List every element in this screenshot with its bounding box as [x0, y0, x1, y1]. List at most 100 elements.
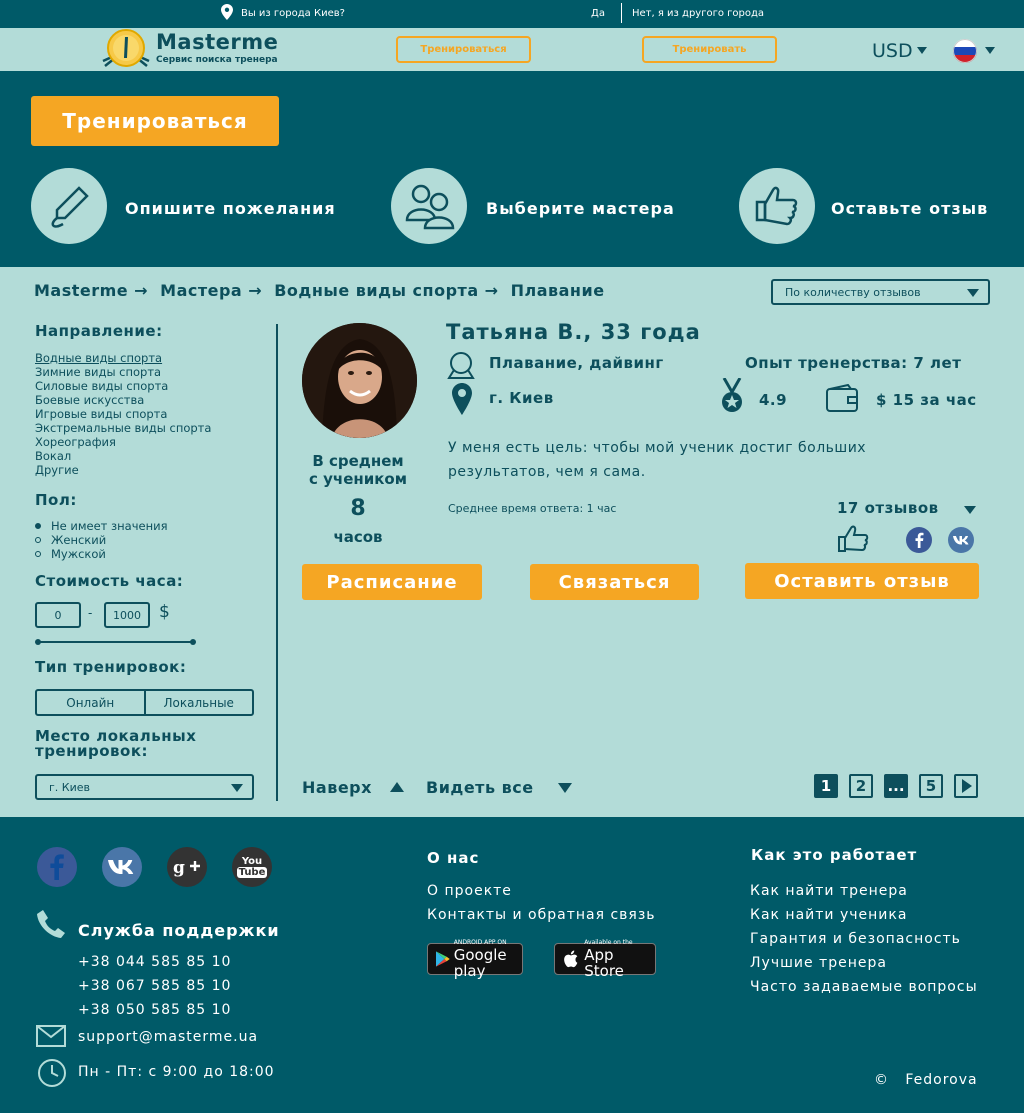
top-bar: Вы из города Киев? Да Нет, я из другого … — [0, 0, 1024, 28]
clock-icon — [38, 1059, 66, 1087]
avg-hours-value: 8 — [350, 496, 366, 521]
people-icon — [405, 184, 455, 230]
chevron-down-icon — [916, 47, 927, 54]
page-button[interactable]: 2 — [849, 774, 873, 798]
footer: g You Tube Служба поддержки +38 044 585 … — [0, 817, 1024, 1113]
chevron-down-icon[interactable] — [985, 47, 995, 54]
back-to-top-link[interactable]: Наверх — [302, 778, 372, 797]
location-pin-icon — [452, 383, 472, 415]
google-plus-icon[interactable]: g — [167, 847, 207, 887]
direction-item[interactable]: Боевые искусства — [35, 393, 211, 407]
train-button[interactable]: Тренироваться — [396, 36, 531, 63]
logo-title[interactable]: Masterme — [156, 30, 278, 54]
leave-review-button[interactable]: Оставить отзыв — [745, 563, 979, 599]
schedule-button[interactable]: Расписание — [302, 564, 482, 600]
footer-link[interactable]: Как найти ученика — [750, 903, 978, 927]
page-ellipsis[interactable]: ... — [884, 774, 908, 798]
direction-item[interactable]: Силовые виды спорта — [35, 379, 211, 393]
phone-number[interactable]: +38 067 585 85 10 — [78, 974, 231, 998]
sort-select[interactable]: По количеству отзывов — [771, 279, 990, 305]
place-title: Место локальных тренировок: — [35, 729, 196, 759]
direction-item[interactable]: Хореография — [35, 435, 211, 449]
app-store-badge[interactable]: Available on the App Store — [554, 939, 656, 979]
trainer-price: $ 15 за час — [876, 391, 977, 409]
youtube-icon[interactable]: You Tube — [232, 847, 272, 887]
coach-button[interactable]: Тренировать — [642, 36, 777, 63]
radio-icon[interactable] — [35, 537, 41, 543]
direction-item[interactable]: Другие — [35, 463, 211, 477]
city-value: г. Киев — [49, 781, 90, 794]
footer-link[interactable]: Лучшие тренера — [750, 951, 978, 975]
gender-option[interactable]: Женский — [35, 533, 168, 547]
footer-link[interactable]: Контакты и обратная связь — [427, 903, 656, 927]
gender-label: Женский — [51, 533, 107, 547]
footer-link[interactable]: Как найти тренера — [750, 879, 978, 903]
place-title-line: тренировок: — [35, 742, 148, 760]
footer-link[interactable]: О проекте — [427, 879, 656, 903]
vk-icon[interactable] — [102, 847, 142, 887]
see-all-link[interactable]: Видеть все — [426, 778, 534, 797]
phone-number[interactable]: +38 050 585 85 10 — [78, 998, 231, 1022]
radio-icon[interactable] — [35, 551, 41, 557]
price-max-input[interactable]: 1000 — [104, 602, 150, 628]
chevron-down-icon — [967, 289, 979, 297]
direction-item[interactable]: Зимние виды спорта — [35, 365, 211, 379]
step-choose-circle — [391, 168, 467, 244]
price-dash: - — [88, 606, 93, 620]
direction-item[interactable]: Игровые виды спорта — [35, 407, 211, 421]
hero-train-button[interactable]: Тренироваться — [31, 96, 279, 146]
facebook-icon[interactable] — [37, 847, 77, 887]
wallet-icon — [826, 384, 858, 412]
city-no-link[interactable]: Нет, я из другого города — [632, 8, 764, 19]
contact-button[interactable]: Связаться — [530, 564, 699, 600]
currency-select[interactable]: USD — [872, 40, 927, 62]
type-online-button[interactable]: Онлайн — [37, 691, 146, 714]
facebook-share-icon[interactable] — [906, 527, 932, 553]
trainer-name[interactable]: Татьяна В., 33 года — [446, 320, 701, 344]
google-play-badge[interactable]: ANDROID APP ON Google play — [427, 939, 523, 979]
chevron-down-icon[interactable] — [558, 783, 572, 793]
breadcrumb-item[interactable]: Водные виды спорта — [274, 281, 478, 300]
type-title: Тип тренировок: — [35, 658, 187, 676]
gender-option[interactable]: Не имеет значения — [35, 519, 168, 533]
city-question: Вы из города Киев? — [241, 8, 345, 19]
avg-label-line: с учеником — [309, 470, 407, 488]
medal-logo-icon[interactable] — [101, 28, 151, 70]
page-button[interactable]: 1 — [814, 774, 838, 798]
direction-item[interactable]: Вокал — [35, 449, 211, 463]
how-it-works-title: Как это работает — [751, 846, 918, 864]
direction-item[interactable]: Экстремальные виды спорта — [35, 421, 211, 435]
divider — [621, 3, 622, 23]
radio-checked-icon[interactable] — [35, 523, 41, 529]
breadcrumb-item[interactable]: Плавание — [511, 281, 605, 300]
chevron-down-icon[interactable] — [964, 506, 976, 514]
currency-symbol: $ — [159, 602, 170, 622]
russian-flag-icon[interactable] — [953, 39, 977, 63]
copyright-text: Fedorova — [905, 1072, 978, 1088]
type-local-button[interactable]: Локальные — [146, 691, 253, 714]
page-button[interactable]: 5 — [919, 774, 943, 798]
vk-share-icon[interactable] — [948, 527, 974, 553]
breadcrumb-arrow-icon: → — [134, 281, 149, 300]
price-min-input[interactable]: 0 — [35, 602, 81, 628]
trainer-avatar[interactable] — [302, 323, 417, 438]
gender-radio-group: Не имеет значения Женский Мужской — [35, 519, 168, 561]
like-icon[interactable] — [837, 525, 869, 553]
city-select[interactable]: г. Киев — [35, 774, 254, 800]
footer-link[interactable]: Гарантия и безопасность — [750, 927, 978, 951]
next-page-button[interactable] — [954, 774, 978, 798]
price-range-slider[interactable] — [35, 639, 196, 645]
support-email[interactable]: support@masterme.ua — [78, 1025, 258, 1049]
direction-item[interactable]: Водные виды спорта — [35, 351, 211, 365]
direction-list: Водные виды спорта Зимние виды спорта Си… — [35, 351, 211, 477]
breadcrumb-item[interactable]: Masterme — [34, 281, 128, 300]
chevron-up-icon[interactable] — [390, 782, 404, 792]
footer-link[interactable]: Часто задаваемые вопросы — [750, 975, 978, 999]
reviews-toggle[interactable]: 17 отзывов — [837, 499, 939, 517]
phone-number[interactable]: +38 044 585 85 10 — [78, 950, 231, 974]
store-big-text: Google play — [453, 946, 507, 980]
breadcrumb-item[interactable]: Мастера — [160, 281, 242, 300]
work-hours: Пн - Пт: с 9:00 до 18:00 — [78, 1064, 275, 1080]
gender-option[interactable]: Мужской — [35, 547, 168, 561]
city-yes-link[interactable]: Да — [591, 8, 605, 19]
